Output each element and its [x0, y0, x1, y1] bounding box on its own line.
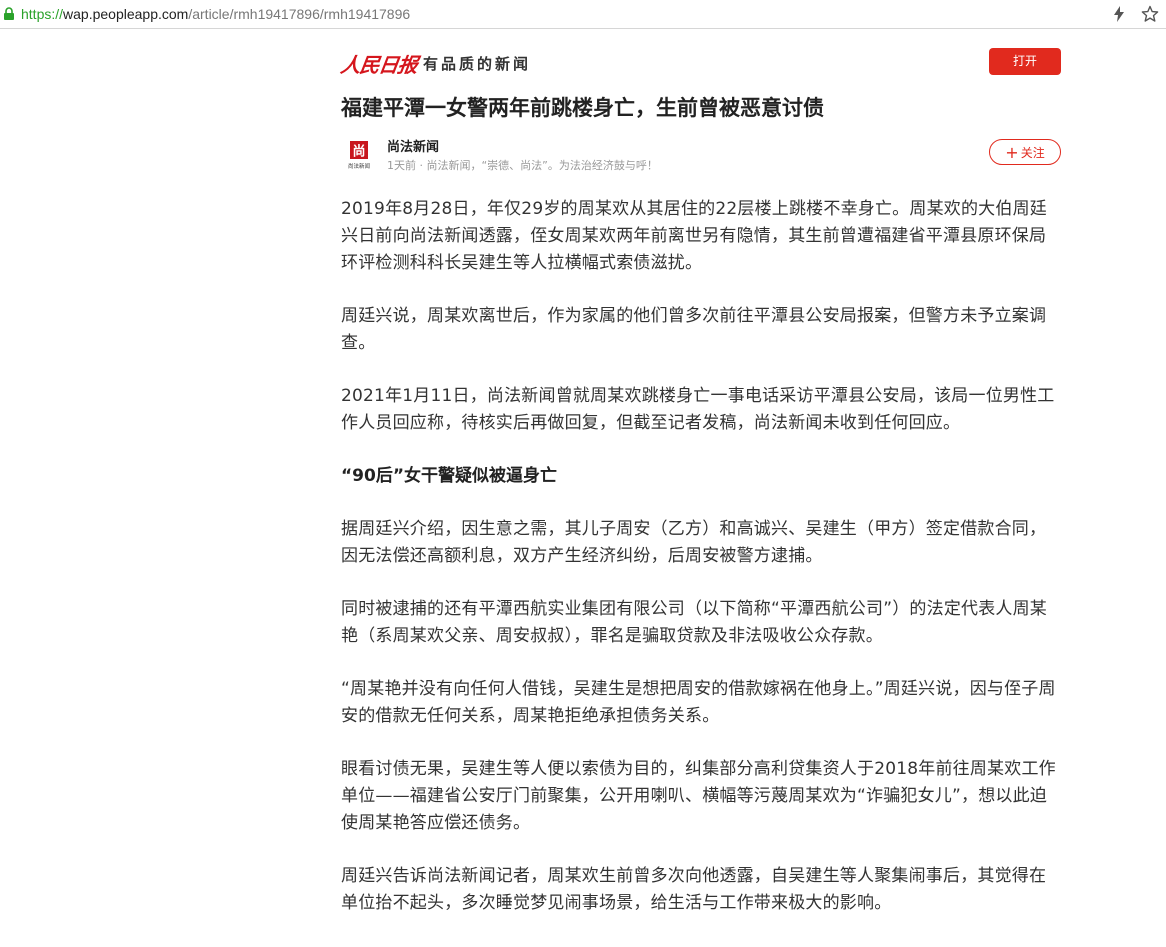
- paragraph: 同时被逮捕的还有平潭西航实业集团有限公司（以下简称“平潭西航公司”）的法定代表人…: [341, 599, 1048, 646]
- open-app-button[interactable]: 打开: [989, 48, 1061, 75]
- paragraph: 2019年8月28日，年仅29岁的周某欢从其居住的22层楼上跳楼不幸身亡。周某欢…: [341, 199, 1047, 273]
- address-bar[interactable]: https://wap.peopleapp.com/article/rmh194…: [0, 0, 1166, 29]
- plus-icon: +: [1005, 143, 1019, 162]
- avatar-glyph: 尚: [352, 144, 365, 160]
- follow-label: 关注: [1020, 146, 1045, 160]
- people-daily-logo[interactable]: 人民日报: [339, 49, 419, 78]
- paragraph: 眼看讨债无果，吴建生等人便以索债为目的，纠集部分高利贷集资人于2018年前往周某…: [341, 759, 1056, 833]
- lock-icon: [4, 7, 14, 20]
- avatar-caption: 尚法新闻: [348, 162, 370, 170]
- site-slogan: 有品质的新闻: [423, 55, 532, 73]
- paragraph: 周廷兴说，周某欢离世后，作为家属的他们曾多次前往平潭县公安局报案，但警方未予立案…: [341, 306, 1047, 353]
- article-title: 福建平潭一女警两年前跳楼身亡，生前曾被恶意讨债: [341, 96, 824, 120]
- url-path: /article/rmh19417896/rmh19417896: [188, 6, 411, 22]
- bookmark-star-icon[interactable]: [1141, 5, 1159, 23]
- author-meta: 1天前 · 尚法新闻，“崇德、尚法”。为法治经济鼓与呼！: [387, 159, 658, 172]
- paragraph: “周某艳并没有向任何人借钱，吴建生是想把周安的借款嫁祸在他身上。”周廷兴说，因与…: [341, 679, 1056, 726]
- paragraph: 周廷兴告诉尚法新闻记者，周某欢生前曾多次向他透露，自吴建生等人聚集闹事后，其觉得…: [341, 866, 1047, 913]
- lightning-icon[interactable]: [1112, 6, 1126, 22]
- author-name[interactable]: 尚法新闻: [387, 136, 439, 155]
- url-text[interactable]: https://wap.peopleapp.com/article/rmh194…: [21, 5, 410, 23]
- site-header: 人民日报 有品质的新闻 打开: [339, 29, 1061, 89]
- url-scheme: https://: [21, 6, 64, 22]
- article-body: 2019年8月28日，年仅29岁的周某欢从其居住的22层楼上跳楼不幸身亡。周某欢…: [341, 196, 1061, 917]
- author-bar: 尚 尚法新闻 尚法新闻 1天前 · 尚法新闻，“崇德、尚法”。为法治经济鼓与呼！…: [341, 134, 1061, 192]
- author-avatar[interactable]: 尚 尚法新闻: [341, 137, 377, 173]
- follow-button[interactable]: + 关注: [989, 139, 1061, 165]
- paragraph: 2021年1月11日，尚法新闻曾就周某欢跳楼身亡一事电话采访平潭县公安局，该局一…: [341, 386, 1055, 433]
- url-host: wap.peopleapp.com: [63, 6, 189, 22]
- paragraph: 据周廷兴介绍，因生意之需，其儿子周安（乙方）和高诚兴、吴建生（甲方）签定借款合同…: [341, 519, 1047, 566]
- section-subheading: “90后”女干警疑似被逼身亡: [341, 466, 558, 486]
- article-column: 人民日报 有品质的新闻 打开 福建平潭一女警两年前跳楼身亡，生前曾被恶意讨债 尚…: [339, 29, 1061, 943]
